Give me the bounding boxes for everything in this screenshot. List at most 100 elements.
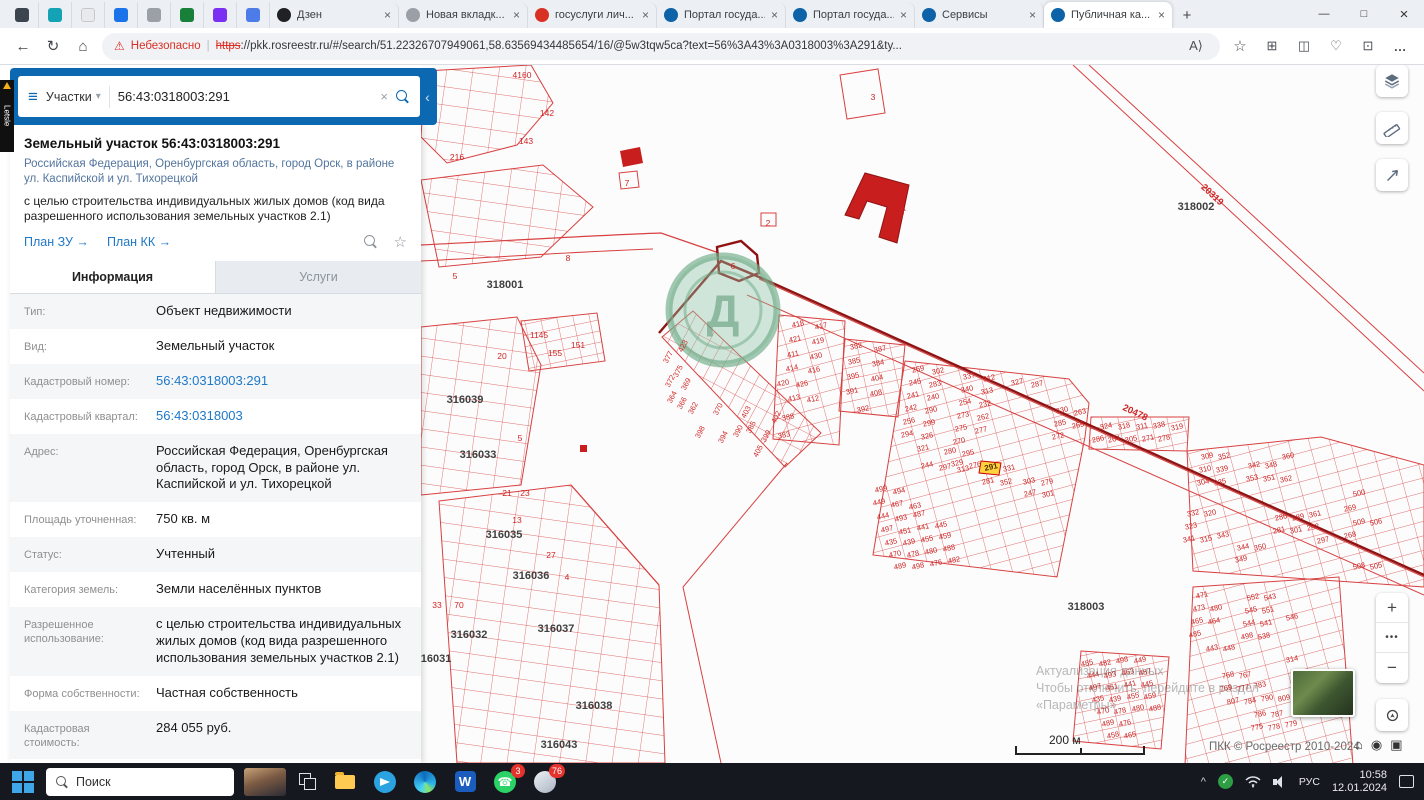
zoom-out-button[interactable]: −: [1376, 653, 1408, 683]
pinned-tab-5[interactable]: [138, 2, 171, 28]
tab-close-icon[interactable]: ×: [642, 9, 649, 21]
browser-tab[interactable]: Публичная ка... ×: [1044, 2, 1173, 28]
file-explorer-button[interactable]: [330, 767, 360, 797]
browser-tab[interactable]: Портал госуда... ×: [657, 2, 786, 28]
tab-close-icon[interactable]: ×: [1158, 9, 1165, 21]
tab-information[interactable]: Информация: [10, 261, 216, 294]
home-icon[interactable]: ⌂: [72, 38, 94, 55]
side-ribbon[interactable]: Letsle: [0, 80, 14, 152]
zoom-in-button[interactable]: +: [1376, 593, 1408, 623]
refresh-icon[interactable]: ↻: [42, 37, 64, 55]
browser-tab[interactable]: госуслуги лич... ×: [528, 2, 657, 28]
volume-icon[interactable]: [1272, 775, 1287, 788]
taskbar-thumbnail[interactable]: [244, 767, 286, 796]
extensions-icon[interactable]: ⊡: [1356, 38, 1380, 54]
tab-close-icon[interactable]: ×: [771, 9, 778, 21]
info-row-value[interactable]: 56:43:0318003:291: [156, 373, 421, 390]
notification-center-icon[interactable]: [1399, 775, 1414, 788]
taskbar-clock[interactable]: 10:58 12.01.2024: [1332, 769, 1387, 795]
tab-title: Портал госуда...: [684, 9, 765, 21]
side-ribbon-label: Letsle: [2, 105, 12, 127]
menu-icon[interactable]: ≡: [28, 87, 38, 107]
object-address-summary: Российская Федерация, Оренбургская облас…: [24, 158, 395, 185]
search-input[interactable]: [117, 89, 373, 104]
favicon: [81, 8, 95, 22]
map-marker-icon[interactable]: ◉: [1371, 737, 1382, 753]
zoom-more-button[interactable]: •••: [1376, 623, 1408, 653]
messenger-app-button[interactable]: [370, 767, 400, 797]
pinned-tab-8[interactable]: [237, 2, 270, 28]
tab-close-icon[interactable]: ×: [900, 9, 907, 21]
basemap-thumbnail[interactable]: [1291, 669, 1355, 717]
collapse-panel-button[interactable]: ‹: [420, 76, 435, 117]
back-icon[interactable]: ←: [12, 38, 34, 55]
pinned-tabs: [6, 2, 270, 28]
close-button[interactable]: ×: [1384, 0, 1424, 28]
favorite-star-icon[interactable]: ☆: [394, 233, 407, 251]
info-row-label: Площадь уточненная:: [24, 514, 137, 527]
badged-app-button[interactable]: 76: [530, 763, 565, 797]
map-attribution: ПКК © Росреестр 2010-2024: [1209, 741, 1360, 753]
taskbar-search-icon: [56, 775, 68, 788]
browser-tab[interactable]: Новая вкладк... ×: [399, 2, 528, 28]
cadastral-map[interactable]: Д 318001 318002 318003 316039 316033 316035 31…: [421, 65, 1424, 763]
whatsapp-button[interactable]: ☎ 3: [490, 763, 525, 797]
favorites-star-icon[interactable]: ☆: [1228, 37, 1252, 55]
pinned-tab-3[interactable]: [72, 2, 105, 28]
info-row-value: Российская Федерация, Оренбургская облас…: [156, 442, 388, 492]
pinned-tab-2[interactable]: [39, 2, 72, 28]
pinned-tab-1[interactable]: [6, 2, 39, 28]
split-screen-icon[interactable]: ◫: [1292, 38, 1316, 54]
map-fullscreen-icon[interactable]: ▣: [1390, 737, 1402, 753]
info-row: Кадастровый квартал: 56:43:0318003: [10, 399, 421, 434]
settings-more-icon[interactable]: …: [1388, 39, 1412, 54]
info-row-label: Кадастровый квартал:: [24, 410, 138, 423]
zoom-to-object-icon[interactable]: [363, 235, 378, 249]
task-view-button[interactable]: [296, 770, 320, 794]
word-button[interactable]: W: [450, 767, 480, 797]
pinned-tab-6[interactable]: [171, 2, 204, 28]
tab-services[interactable]: Услуги: [216, 261, 421, 293]
maximize-button[interactable]: □: [1344, 0, 1384, 28]
info-row-label: Вид:: [24, 340, 47, 353]
edge-button[interactable]: [410, 767, 440, 797]
tab-close-icon[interactable]: ×: [384, 9, 391, 21]
map-home-icon[interactable]: ⌂: [1355, 737, 1363, 753]
wifi-icon[interactable]: [1245, 775, 1261, 788]
hidden-icons-chevron[interactable]: ^: [1201, 776, 1206, 788]
search-category-dropdown[interactable]: Участки ▾: [46, 90, 101, 104]
pinned-tab-4[interactable]: [105, 2, 138, 28]
language-indicator[interactable]: РУС: [1299, 776, 1320, 788]
plan-zu-link[interactable]: План ЗУ →: [24, 235, 89, 249]
tab-close-icon[interactable]: ×: [1029, 9, 1036, 21]
favicon: [15, 8, 29, 22]
my-location-button[interactable]: [1376, 699, 1408, 731]
measure-button[interactable]: [1376, 112, 1408, 144]
start-button[interactable]: [10, 769, 36, 795]
info-row-label: Категория земель:: [24, 584, 119, 597]
clear-search-icon[interactable]: ×: [380, 89, 388, 104]
browser-essentials-icon[interactable]: ♡: [1324, 38, 1348, 54]
pinned-tab-7[interactable]: [204, 2, 237, 28]
browser-tab[interactable]: Дзен ×: [270, 2, 399, 28]
info-row-value: Земельный участок: [156, 337, 275, 353]
info-row: Тип: Объект недвижимости: [10, 294, 421, 329]
identify-button[interactable]: [1376, 159, 1408, 191]
collections-icon[interactable]: ⊞: [1260, 38, 1284, 54]
taskbar-search[interactable]: Поиск: [46, 767, 234, 796]
plan-kk-link[interactable]: План КК →: [107, 235, 171, 249]
browser-address-bar: ← ↻ ⌂ ⚠ Небезопасно | https://pkk.rosree…: [0, 28, 1424, 65]
info-row-value: 284 055 руб.: [156, 719, 232, 735]
tab-close-icon[interactable]: ×: [513, 9, 520, 21]
new-tab-button[interactable]: +: [1173, 2, 1201, 28]
info-row-value[interactable]: 56:43:0318003: [156, 408, 421, 425]
browser-tab[interactable]: Портал госуда... ×: [786, 2, 915, 28]
read-aloud-icon[interactable]: A⟩: [1184, 38, 1208, 54]
browser-tab[interactable]: Сервисы ×: [915, 2, 1044, 28]
not-secure-warning-icon[interactable]: ⚠: [114, 39, 125, 53]
url-field[interactable]: ⚠ Небезопасно | https://pkk.rosreestr.ru…: [102, 32, 1220, 60]
layers-button[interactable]: [1376, 65, 1408, 97]
search-icon[interactable]: [396, 89, 410, 104]
minimize-button[interactable]: —: [1304, 0, 1344, 28]
security-shield-icon[interactable]: ✓: [1217, 774, 1233, 789]
